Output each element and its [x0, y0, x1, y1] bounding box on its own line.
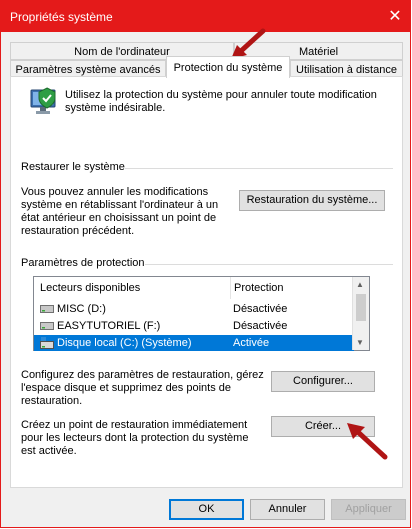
tab-label: Nom de l'ordinateur — [74, 46, 170, 58]
ok-button[interactable]: OK — [169, 499, 244, 520]
close-icon[interactable]: ✕ — [379, 1, 411, 32]
system-properties-window: Propriétés système ✕ Nom de l'ordinateur… — [0, 0, 411, 528]
column-header-drives[interactable]: Lecteurs disponibles — [40, 277, 140, 299]
scroll-up-icon[interactable]: ▲ — [356, 280, 364, 289]
restore-description: Vous pouvez annuler les modifications sy… — [21, 186, 219, 237]
tab-system-protection[interactable]: Protection du système — [166, 56, 290, 78]
tab-label: Utilisation à distance — [296, 64, 397, 76]
column-header-protection[interactable]: Protection — [230, 277, 284, 299]
tab-label: Protection du système — [173, 62, 283, 74]
apply-button[interactable]: Appliquer — [331, 499, 406, 520]
protection-heading: Paramètres de protection — [21, 257, 145, 269]
system-restore-button[interactable]: Restauration du système... — [239, 190, 385, 211]
configure-button[interactable]: Configurer... — [271, 371, 375, 392]
list-item-selected[interactable]: Disque local (C:) (Système) Activée — [34, 335, 354, 351]
drive-status: Désactivée — [233, 303, 288, 315]
tab-label: Matériel — [298, 46, 339, 58]
drive-name: Disque local (C:) (Système) — [57, 337, 192, 349]
list-item[interactable]: EASYTUTORIEL (F:) Désactivée — [34, 318, 354, 334]
drive-name: EASYTUTORIEL (F:) — [57, 320, 161, 332]
scroll-down-icon[interactable]: ▼ — [356, 338, 364, 347]
drive-status: Activée — [233, 337, 270, 349]
create-description: Créez un point de restauration immédiate… — [21, 419, 249, 457]
restore-heading: Restaurer le système — [21, 161, 125, 173]
drives-list[interactable]: Lecteurs disponibles Protection MISC (D:… — [33, 276, 370, 351]
divider — [125, 168, 393, 169]
scroll-thumb[interactable] — [356, 294, 366, 321]
list-item[interactable]: MISC (D:) Désactivée — [34, 301, 354, 317]
title-bar[interactable]: Propriétés système ✕ — [1, 1, 411, 32]
intro-text: Utilisez la protection du système pour a… — [65, 89, 377, 114]
window-title: Propriétés système — [10, 10, 113, 24]
drive-name: MISC (D:) — [57, 303, 106, 315]
tab-label: Paramètres système avancés — [15, 64, 161, 76]
cancel-button[interactable]: Annuler — [250, 499, 325, 520]
drive-icon — [40, 305, 54, 313]
drive-icon — [40, 322, 54, 330]
list-scrollbar[interactable]: ▲ ▼ — [352, 277, 369, 350]
system-protection-icon — [30, 87, 56, 114]
annotation-arrow-icon — [347, 423, 388, 460]
configure-description: Configurez des paramètres de restauratio… — [21, 369, 264, 407]
divider — [145, 264, 393, 265]
system-drive-icon — [40, 337, 54, 349]
drive-status: Désactivée — [233, 320, 288, 332]
